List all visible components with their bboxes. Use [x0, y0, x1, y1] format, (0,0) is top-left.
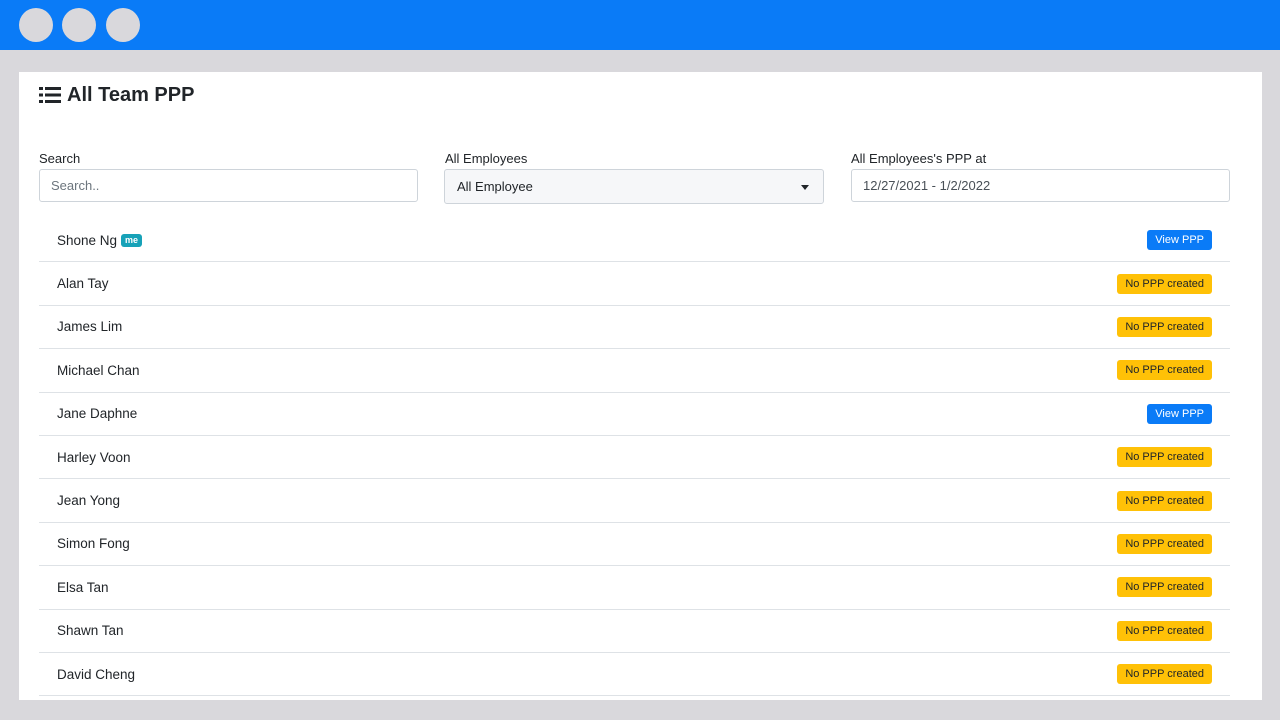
- window-control-minimize[interactable]: [62, 8, 96, 42]
- no-ppp-badge: No PPP created: [1117, 447, 1212, 468]
- employee-name: Simon Fong: [57, 536, 130, 552]
- employee-row: Elsa Tan No PPP created: [39, 566, 1230, 610]
- page-title: All Team PPP: [39, 82, 194, 108]
- view-ppp-button[interactable]: View PPP: [1147, 403, 1212, 424]
- employee-filter-label: All Employees: [445, 151, 528, 166]
- employee-name: Jean Yong: [57, 493, 121, 509]
- no-ppp-badge: No PPP created: [1117, 490, 1212, 511]
- no-ppp-badge: No PPP created: [1117, 577, 1212, 598]
- search-input[interactable]: [39, 169, 418, 202]
- employee-filter-select[interactable]: All Employee: [444, 169, 824, 204]
- employee-row: Harley Voon No PPP created: [39, 436, 1230, 480]
- employee-list: Shone Ng me View PPP Alan Tay No PPP cre…: [39, 219, 1230, 697]
- employee-row: Jane Daphne View PPP: [39, 393, 1230, 436]
- employee-name-text: Shone Ng: [57, 232, 118, 248]
- search-label: Search: [39, 151, 81, 166]
- employee-name: David Cheng: [57, 666, 136, 682]
- page-title-text: All Team PPP: [67, 83, 195, 106]
- employee-row: Shone Ng me View PPP: [39, 219, 1230, 263]
- employee-name: Shawn Tan: [57, 623, 124, 639]
- employee-row: Shawn Tan No PPP created: [39, 610, 1230, 653]
- employee-name: Harley Voon: [57, 449, 131, 465]
- employee-name: Shone Ng me: [57, 232, 143, 248]
- employee-filter-value: All Employee: [457, 179, 533, 194]
- no-ppp-badge: No PPP created: [1117, 360, 1212, 381]
- list-icon: [39, 86, 61, 104]
- employee-name: Michael Chan: [57, 362, 140, 378]
- window-titlebar: [0, 0, 1280, 50]
- team-ppp-card: All Team PPP Search All Employees All Em…: [19, 72, 1262, 700]
- no-ppp-badge: No PPP created: [1117, 664, 1212, 685]
- employee-name: Elsa Tan: [57, 579, 109, 595]
- no-ppp-badge: No PPP created: [1117, 316, 1212, 337]
- date-range-label: All Employees's PPP at: [851, 151, 987, 166]
- no-ppp-badge: No PPP created: [1117, 273, 1212, 294]
- employee-row: Jean Yong No PPP created: [39, 479, 1230, 523]
- employee-name: James Lim: [57, 319, 123, 335]
- no-ppp-badge: No PPP created: [1117, 533, 1212, 554]
- employee-row: Michael Chan No PPP created: [39, 349, 1230, 393]
- caret-down-icon: [801, 185, 809, 190]
- employee-row: Alan Tay No PPP created: [39, 262, 1230, 306]
- employee-name: Jane Daphne: [57, 406, 138, 422]
- window-control-close[interactable]: [19, 8, 53, 42]
- no-ppp-badge: No PPP created: [1117, 620, 1212, 641]
- employee-row: David Cheng No PPP created: [39, 653, 1230, 697]
- employee-name: Alan Tay: [57, 276, 109, 292]
- view-ppp-button[interactable]: View PPP: [1147, 230, 1212, 251]
- date-range-input[interactable]: [851, 169, 1230, 202]
- employee-row: Simon Fong No PPP created: [39, 523, 1230, 567]
- me-badge: me: [121, 233, 143, 247]
- window-control-maximize[interactable]: [106, 8, 140, 42]
- employee-row: James Lim No PPP created: [39, 306, 1230, 350]
